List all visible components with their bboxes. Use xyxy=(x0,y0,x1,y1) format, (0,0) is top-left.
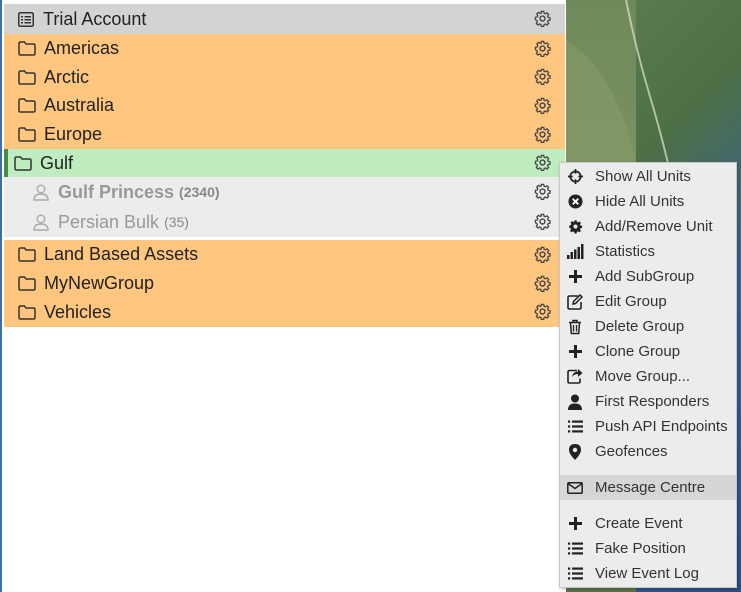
menu-item-view-event-log[interactable]: View Event Log xyxy=(560,561,736,586)
envelope-icon xyxy=(566,479,584,497)
list-icon xyxy=(566,540,584,558)
unit-count: (35) xyxy=(164,214,189,231)
context-menu: Show All Units Hide All Units Add/Remove… xyxy=(559,162,737,588)
group-label: MyNewGroup xyxy=(44,272,155,293)
menu-item-add-subgroup[interactable]: Add SubGroup xyxy=(560,264,736,289)
group-item-australia[interactable]: Australia xyxy=(4,91,565,121)
menu-item-move-group[interactable]: Move Group... xyxy=(560,364,736,389)
group-item-europe[interactable]: Europe xyxy=(4,120,565,149)
user-icon xyxy=(566,393,584,411)
group-label: Europe xyxy=(44,123,103,144)
gear-icon[interactable] xyxy=(533,125,551,143)
edit-icon xyxy=(566,293,584,311)
crosshair-icon xyxy=(566,168,584,186)
folder-icon xyxy=(18,97,36,115)
group-item-vehicles[interactable]: Vehicles xyxy=(4,297,565,327)
group-label: Vehicles xyxy=(44,301,112,322)
gear-icon[interactable] xyxy=(533,274,551,292)
plus-icon xyxy=(566,515,584,533)
folder-icon xyxy=(18,274,36,292)
unit-count: (2340) xyxy=(179,184,220,201)
group-item-gulf[interactable]: Gulf xyxy=(4,148,565,178)
group-item-mynewgroup[interactable]: MyNewGroup xyxy=(4,269,565,298)
menu-item-clone-group[interactable]: Clone Group xyxy=(560,339,736,364)
user-outline-icon xyxy=(32,213,50,231)
group-label: Arctic xyxy=(44,66,89,87)
gear-icon[interactable] xyxy=(533,39,551,57)
account-header[interactable]: Trial Account xyxy=(4,4,565,34)
gear-icon[interactable] xyxy=(533,303,551,321)
list-alt-icon xyxy=(17,10,35,28)
unit-name: Persian Bulk xyxy=(58,211,160,232)
menu-item-create-event[interactable]: Create Event xyxy=(560,511,736,536)
gear-icon[interactable] xyxy=(533,68,551,86)
menu-item-hide-all-units[interactable]: Hide All Units xyxy=(560,189,736,214)
menu-item-add-remove-unit[interactable]: Add/Remove Unit xyxy=(560,214,736,239)
unit-item[interactable]: Gulf Princess (2340) xyxy=(4,177,565,208)
group-item-arctic[interactable]: Arctic xyxy=(4,62,565,92)
gear-icon[interactable] xyxy=(533,182,551,200)
unit-item[interactable]: Persian Bulk (35) xyxy=(4,207,565,238)
menu-item-first-responders[interactable]: First Responders xyxy=(560,389,736,414)
gear-icon[interactable] xyxy=(533,9,551,27)
gear-icon xyxy=(566,218,584,236)
menu-item-statistics[interactable]: Statistics xyxy=(560,239,736,264)
trash-icon xyxy=(566,318,584,336)
folder-icon xyxy=(18,246,36,264)
folder-open-icon xyxy=(14,154,32,172)
menu-item-edit-group[interactable]: Edit Group xyxy=(560,289,736,314)
group-item-americas[interactable]: Americas xyxy=(4,34,565,63)
group-label: Americas xyxy=(44,37,120,58)
gear-icon[interactable] xyxy=(533,245,551,263)
menu-item-geofences[interactable]: Geofences xyxy=(560,439,736,464)
group-label: Land Based Assets xyxy=(44,244,199,265)
list-icon xyxy=(566,418,584,436)
group-label: Gulf xyxy=(40,152,74,173)
menu-item-message-centre[interactable]: Message Centre xyxy=(560,475,736,500)
menu-item-push-api-endpoints[interactable]: Push API Endpoints xyxy=(560,414,736,439)
gear-icon[interactable] xyxy=(533,96,551,114)
account-label: Trial Account xyxy=(43,8,147,29)
gear-icon[interactable] xyxy=(533,212,551,230)
menu-item-show-all-units[interactable]: Show All Units xyxy=(560,164,736,189)
group-tree: Trial Account Americas Arctic Australia … xyxy=(4,4,565,327)
menu-item-delete-group[interactable]: Delete Group xyxy=(560,314,736,339)
menu-item-fake-position[interactable]: Fake Position xyxy=(560,536,736,561)
gear-icon[interactable] xyxy=(533,154,551,172)
folder-icon xyxy=(18,68,36,86)
list-icon xyxy=(566,565,584,583)
x-circle-icon xyxy=(566,193,584,211)
user-outline-icon xyxy=(32,183,50,201)
folder-icon xyxy=(18,125,36,143)
plus-icon xyxy=(566,268,584,286)
folder-icon xyxy=(18,39,36,57)
window-left-edge xyxy=(0,0,2,592)
plus-icon xyxy=(566,343,584,361)
share-icon xyxy=(566,368,584,386)
group-item-land-based-assets[interactable]: Land Based Assets xyxy=(4,240,565,270)
group-label: Australia xyxy=(44,95,115,116)
signal-bars-icon xyxy=(566,243,584,261)
map-marker-icon xyxy=(566,443,584,461)
folder-icon xyxy=(18,303,36,321)
unit-name: Gulf Princess xyxy=(58,181,175,202)
